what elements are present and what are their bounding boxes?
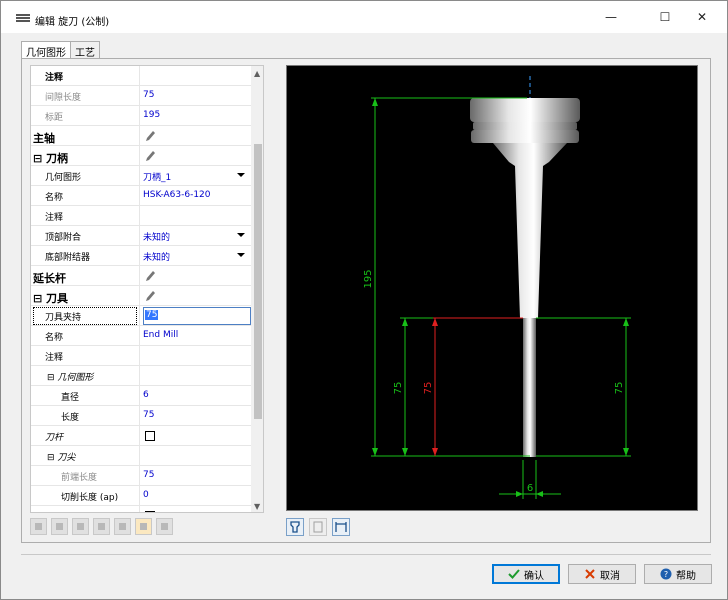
pencil-icon[interactable] <box>145 150 155 162</box>
length-value[interactable]: 75 <box>143 410 154 420</box>
property-grid-scrollbar[interactable]: ▲ ▼ <box>251 66 263 512</box>
holder-flange <box>473 122 577 130</box>
link-icon[interactable] <box>51 518 68 535</box>
x-icon <box>585 569 595 579</box>
gap-length-value[interactable]: 75 <box>143 90 154 100</box>
pencil-icon[interactable] <box>145 270 155 282</box>
prop-label: 底部附结器 <box>45 253 91 263</box>
prop-label: 注释 <box>45 213 64 223</box>
prop-label: 刀具夹持 <box>45 313 82 323</box>
prop-label: 长度 <box>61 413 80 423</box>
top-fit-value[interactable]: 未知的 <box>143 230 170 243</box>
tool-preview[interactable]: 195 75 75 75 6 <box>286 65 698 511</box>
property-grid: 注释 间隙长度 75 标距 195 主轴 ⊟ 刀柄 几何图形 刀柄_1 名称 HSK-A… <box>30 65 264 513</box>
app-menu-icon[interactable] <box>16 14 30 25</box>
front-length-value[interactable]: 75 <box>143 470 154 480</box>
gauge-length-value[interactable]: 195 <box>143 110 160 120</box>
subsection-tip[interactable]: ⊟ 刀尖 <box>47 450 75 463</box>
prop-label: 切削长度 (ap) <box>61 493 119 503</box>
preview-toolbar <box>286 518 355 536</box>
scroll-thumb[interactable] <box>254 144 262 419</box>
prop-label: 标距 <box>45 113 64 123</box>
tab-strip: 几何图形 工艺 <box>21 41 100 60</box>
tip-icon[interactable] <box>135 518 152 535</box>
prop-label: 间隙长度 <box>45 93 82 103</box>
holder-taper <box>493 143 567 318</box>
tool-name-value[interactable]: End Mill <box>143 330 178 340</box>
pencil-icon[interactable] <box>145 290 155 302</box>
chevron-down-icon[interactable] <box>237 173 245 177</box>
stickout-dim-label: 75 <box>423 382 434 395</box>
section-spindle[interactable]: 主轴 <box>33 130 55 146</box>
svg-text:?: ? <box>664 570 668 579</box>
diameter-value[interactable]: 6 <box>143 390 149 400</box>
help-icon: ? <box>660 568 672 580</box>
ok-button[interactable]: 确认 <box>492 564 560 584</box>
grid-toolbar <box>30 518 177 538</box>
bottom-adapter-value[interactable]: 未知的 <box>143 250 170 263</box>
scroll-up-icon[interactable]: ▲ <box>254 69 260 78</box>
check-icon <box>508 569 520 579</box>
cancel-button[interactable]: 取消 <box>568 564 636 584</box>
holder-flange <box>470 98 580 122</box>
title-bar: 编辑 旋刀 (公制) — ☐ ✕ <box>1 1 727 33</box>
holder-dim-label: 75 <box>393 382 404 395</box>
prop-label: 直径 <box>61 393 80 403</box>
dimension-view-icon[interactable] <box>332 518 350 536</box>
close-button[interactable]: ✕ <box>679 1 725 33</box>
stickout-dimension <box>432 317 523 456</box>
minimize-button[interactable]: — <box>588 1 634 33</box>
chevron-down-icon[interactable] <box>237 233 245 237</box>
length-dim-label: 75 <box>614 382 625 395</box>
gauge-dim-label: 195 <box>363 269 374 288</box>
subsection-geometry[interactable]: ⊟ 几何图形 <box>47 370 93 383</box>
cutting-length-value[interactable]: 0 <box>143 490 149 500</box>
holder-view-icon[interactable] <box>286 518 304 536</box>
scroll-down-icon[interactable]: ▼ <box>254 502 260 511</box>
section-extension[interactable]: 延长杆 <box>33 270 66 286</box>
holder-geometry-value[interactable]: 刀柄_1 <box>143 170 171 183</box>
prop-label: 刀杆 <box>45 433 64 443</box>
cutter-icon[interactable] <box>114 518 131 535</box>
tool-drawing: 195 75 75 75 6 <box>363 76 631 499</box>
diameter-dim-label: 6 <box>527 483 533 494</box>
holder-flange <box>471 130 579 143</box>
copy-icon[interactable] <box>72 518 89 535</box>
edit-tool-dialog: 编辑 旋刀 (公制) — ☐ ✕ 几何图形 工艺 注释 间隙长度 75 标距 195… <box>0 0 728 600</box>
footer-divider <box>21 554 711 555</box>
prop-label: 前端长度 <box>61 473 98 483</box>
shank-checkbox[interactable] <box>145 431 155 441</box>
tool-holder-icon[interactable] <box>93 518 110 535</box>
holder-name-value[interactable]: HSK-A63-6-120 <box>143 190 211 200</box>
tab-process[interactable]: 工艺 <box>70 41 100 59</box>
section-cutter[interactable]: ⊟ 刀具 <box>33 290 68 306</box>
holder-length-dimension <box>400 317 523 456</box>
prop-label: 注释 <box>45 73 64 83</box>
help-button[interactable]: ? 帮助 <box>644 564 712 584</box>
tool-stickout-input[interactable]: 75 <box>143 307 251 325</box>
chevron-down-icon[interactable] <box>237 253 245 257</box>
pencil-icon[interactable] <box>145 130 155 142</box>
prop-label: 锥尖 <box>61 510 79 512</box>
prop-label: 顶部附合 <box>45 233 82 243</box>
prop-label: 名称 <box>45 333 64 343</box>
delete-icon[interactable] <box>30 518 47 535</box>
prop-label: 几何图形 <box>45 173 82 183</box>
section-holder[interactable]: ⊟ 刀柄 <box>33 150 68 166</box>
prop-label: 注释 <box>45 353 64 363</box>
cutter-shank <box>523 318 536 457</box>
window-title: 编辑 旋刀 (公制) <box>35 17 110 28</box>
assembly-view-icon[interactable] <box>309 518 327 536</box>
wrench-icon[interactable] <box>156 518 173 535</box>
tip-checkbox[interactable] <box>145 511 155 512</box>
prop-label: 名称 <box>45 193 64 203</box>
